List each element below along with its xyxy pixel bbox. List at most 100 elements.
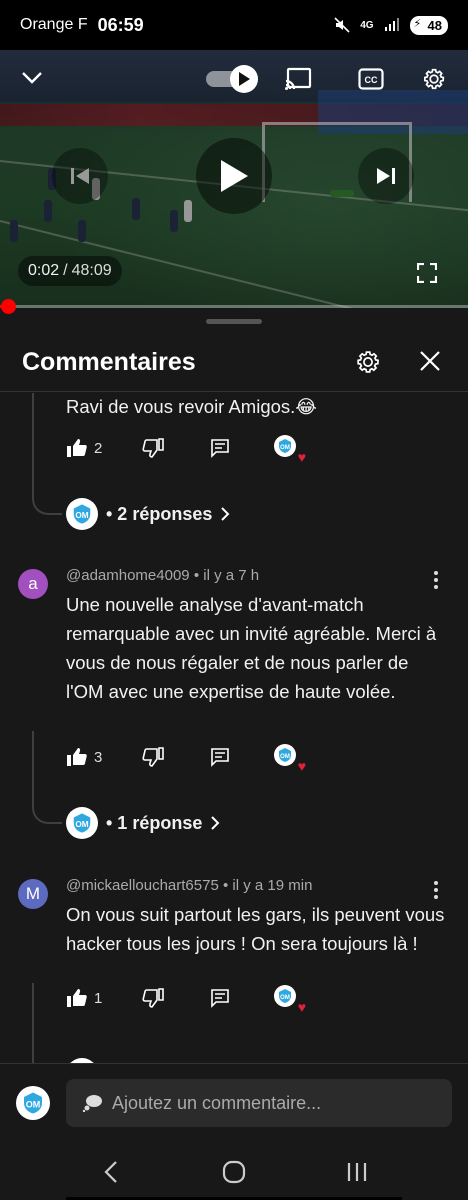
video-player[interactable]: CC 0:02 / 48:09 <box>0 50 468 308</box>
comments-title: Commentaires <box>22 348 196 376</box>
comment-age: • il y a 7 h <box>193 567 260 584</box>
svg-text:OM: OM <box>75 511 88 520</box>
avatar[interactable]: M <box>18 879 48 909</box>
thought-bubble-icon <box>82 1095 102 1112</box>
previous-video-icon[interactable] <box>52 148 108 204</box>
view-replies-button[interactable]: OM • 1 réponse <box>66 806 220 840</box>
thumb-down-icon <box>142 438 164 458</box>
thumb-down-icon <box>142 747 164 767</box>
sheet-drag-handle[interactable] <box>206 319 262 324</box>
svg-text:OM: OM <box>280 995 290 1001</box>
play-icon[interactable] <box>196 138 272 214</box>
status-icons: 4G 48 <box>334 15 448 35</box>
comments-header: Commentaires <box>0 334 468 392</box>
comment-text: Une nouvelle analyse d'avant-match remar… <box>66 594 437 702</box>
like-button[interactable]: 2 <box>66 438 142 458</box>
thread-connector-line <box>32 731 62 824</box>
creator-heart-badge: OM ♥ <box>274 435 306 464</box>
comment-composer: OM Ajoutez un commentaire... <box>0 1063 468 1143</box>
om-logo-icon: OM <box>274 744 296 766</box>
comment-author[interactable]: @mickaellouchart6575 <box>66 877 219 894</box>
creator-heart-icon: ♥ <box>297 999 306 1015</box>
battery-indicator: 48 <box>409 15 448 35</box>
like-count: 2 <box>94 439 103 457</box>
close-icon[interactable] <box>418 349 446 377</box>
avatar[interactable]: a <box>18 569 48 599</box>
dislike-button[interactable] <box>142 438 210 458</box>
reply-icon <box>211 989 229 1008</box>
my-avatar: OM <box>16 1086 50 1120</box>
om-logo-icon: OM <box>66 807 98 839</box>
comments-list[interactable]: Ravi de vous revoir Amigos.😂 2 OM ♥ OM •… <box>0 393 468 1079</box>
svg-text:OM: OM <box>280 445 290 451</box>
comment-actions: 1 OM ♥ <box>66 983 306 1014</box>
comment-actions: 2 OM ♥ <box>66 433 306 464</box>
replies-count-label: • 2 réponses <box>106 503 213 524</box>
captions-icon[interactable]: CC <box>356 66 386 92</box>
autoplay-toggle[interactable] <box>206 65 258 93</box>
clock: 06:59 <box>97 14 144 35</box>
view-replies-button[interactable]: OM • 2 réponses <box>66 497 230 531</box>
comments-sheet: Commentaires Ravi de vous revoir Amigos.… <box>0 308 468 1200</box>
comment-author[interactable]: @adamhome4009 <box>66 567 190 584</box>
comment-actions: 3 OM ♥ <box>66 742 306 773</box>
like-count: 1 <box>94 989 103 1007</box>
video-progress-bar[interactable] <box>0 299 468 314</box>
signal-icon <box>384 18 399 31</box>
network-type-label: 4G <box>360 19 374 31</box>
recent-apps-icon[interactable] <box>339 1154 375 1190</box>
minimize-chevron-icon[interactable] <box>18 64 46 92</box>
back-icon[interactable] <box>93 1154 129 1190</box>
mute-icon <box>334 17 350 33</box>
comment-meta: @adamhome4009 • il y a 7 h <box>66 567 259 584</box>
current-time: 0:02 <box>28 262 60 279</box>
reply-button[interactable] <box>210 438 274 458</box>
add-comment-input[interactable]: Ajoutez un commentaire... <box>66 1079 452 1127</box>
video-duration: 48:09 <box>71 262 112 279</box>
thread-connector-line <box>32 393 62 515</box>
comment-text: On vous suit partout les gars, ils peuve… <box>66 904 445 954</box>
thumb-down-icon <box>142 988 164 1008</box>
thumb-up-icon <box>67 748 87 766</box>
thumb-up-icon <box>67 989 87 1007</box>
svg-text:CC: CC <box>365 75 378 85</box>
carrier-name: Orange F <box>20 16 88 33</box>
fullscreen-icon[interactable] <box>412 258 442 288</box>
time-separator: / <box>63 262 68 279</box>
svg-text:OM: OM <box>26 1100 41 1110</box>
svg-text:OM: OM <box>75 820 88 829</box>
creator-heart-badge: OM ♥ <box>274 985 306 1014</box>
video-scrubber-handle[interactable] <box>0 299 16 314</box>
system-navigation-bar <box>0 1143 468 1200</box>
autoplay-play-icon <box>230 65 258 93</box>
chevron-right-icon <box>211 816 220 830</box>
comment-age: • il y a 19 min <box>222 877 313 894</box>
om-logo-icon: OM <box>274 435 296 457</box>
next-video-icon[interactable] <box>358 148 414 204</box>
status-bar: Orange F 06:59 4G 48 <box>0 0 468 50</box>
video-settings-gear-icon[interactable] <box>418 63 450 95</box>
creator-heart-badge: OM ♥ <box>274 744 306 773</box>
home-icon[interactable] <box>216 1154 252 1190</box>
reply-button[interactable] <box>210 988 274 1008</box>
comment-text: Ravi de vous revoir Amigos.😂 <box>66 396 317 417</box>
reply-button[interactable] <box>210 747 274 767</box>
like-count: 3 <box>94 748 103 766</box>
chevron-right-icon <box>221 507 230 521</box>
like-button[interactable]: 3 <box>66 747 142 767</box>
creator-heart-icon: ♥ <box>297 758 306 774</box>
reply-icon <box>211 439 229 458</box>
dislike-button[interactable] <box>142 747 210 767</box>
add-comment-placeholder: Ajoutez un commentaire... <box>112 1092 322 1113</box>
svg-text:OM: OM <box>280 754 290 760</box>
thumb-up-icon <box>67 439 87 457</box>
comments-settings-gear-icon[interactable] <box>354 348 384 378</box>
video-time-display: 0:02 / 48:09 <box>18 256 122 286</box>
like-button[interactable]: 1 <box>66 988 142 1008</box>
creator-heart-icon: ♥ <box>297 449 306 465</box>
dislike-button[interactable] <box>142 988 210 1008</box>
replies-count-label: • 1 réponse <box>106 812 203 833</box>
cast-icon[interactable] <box>282 64 314 94</box>
reply-icon <box>211 748 229 767</box>
comment-meta: @mickaellouchart6575 • il y a 19 min <box>66 877 312 894</box>
